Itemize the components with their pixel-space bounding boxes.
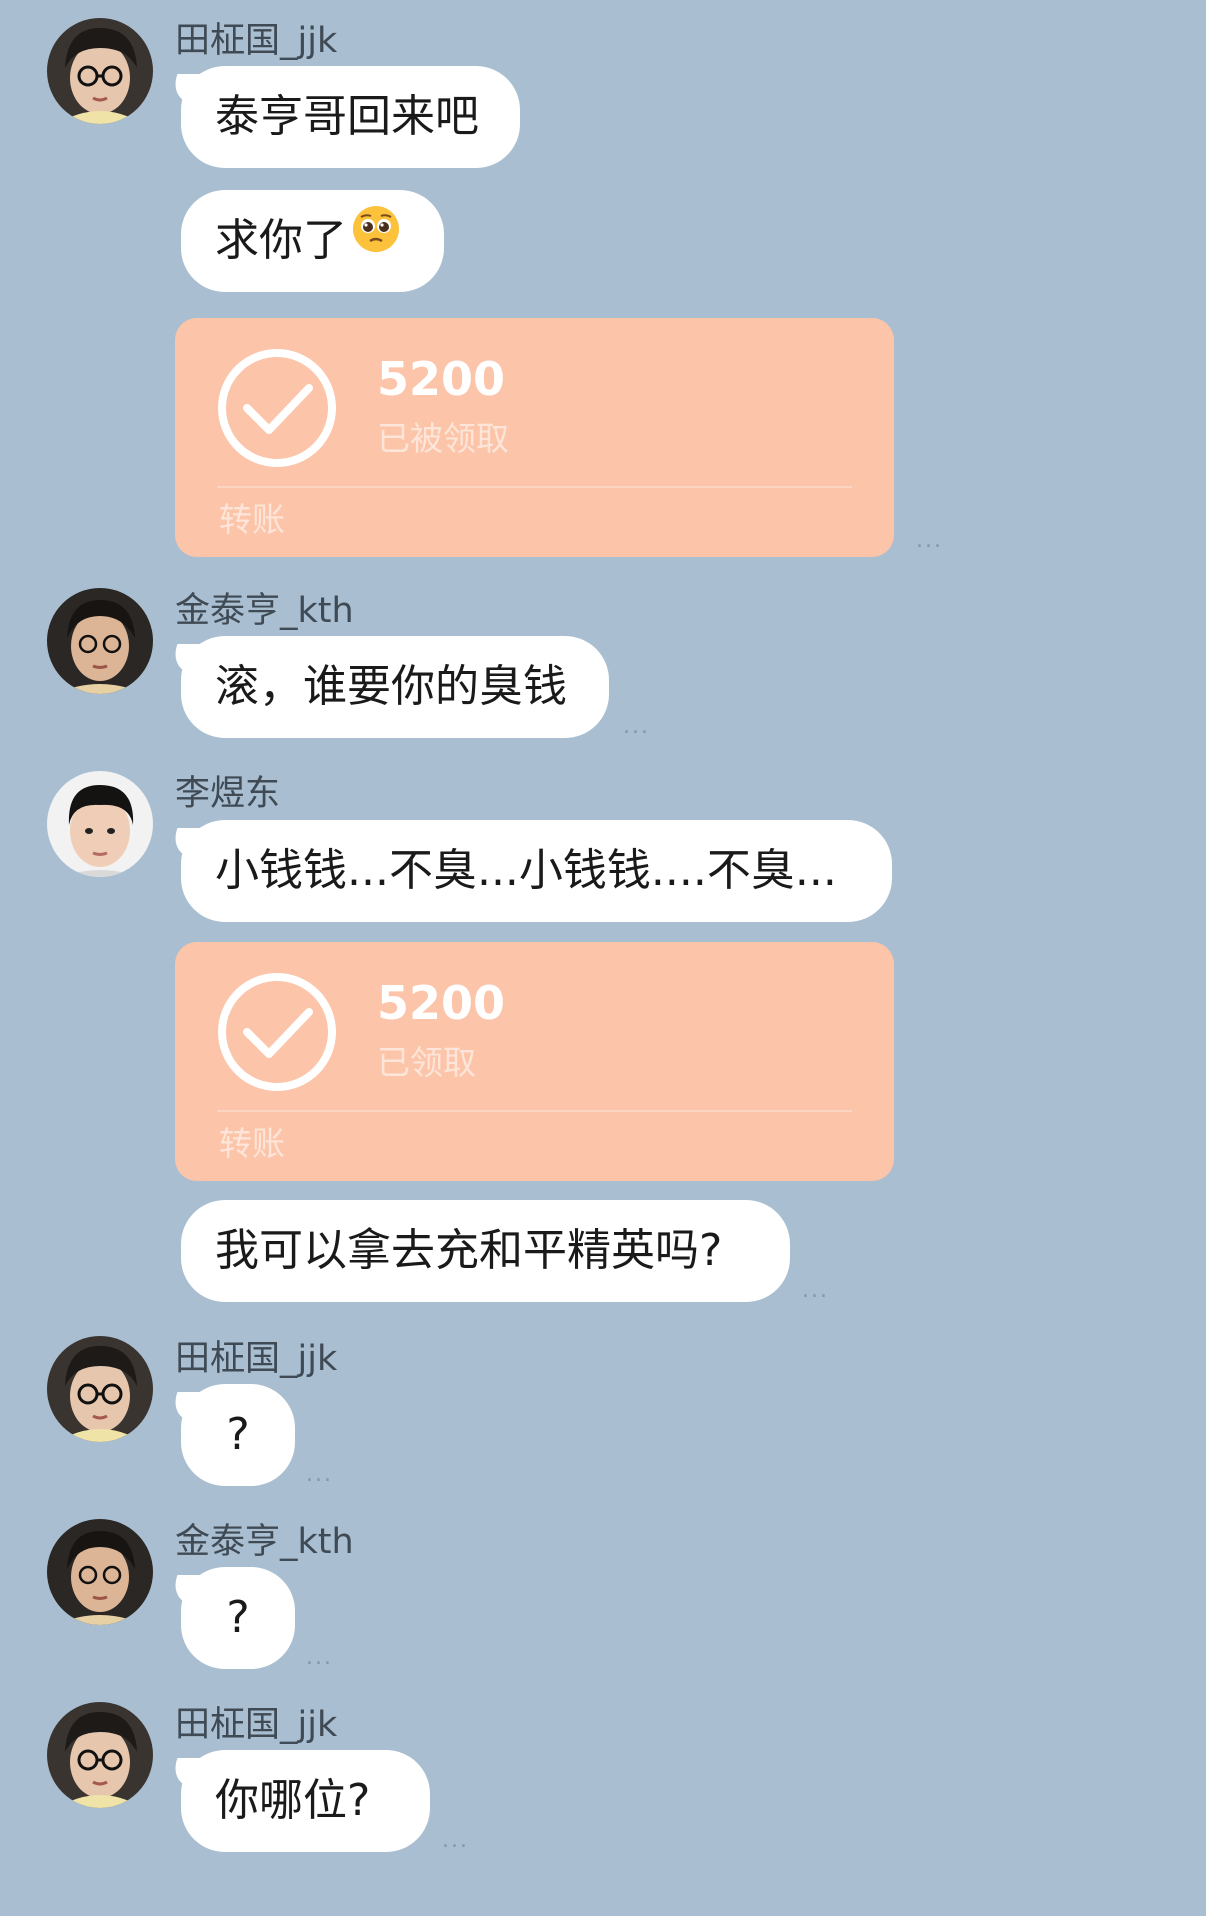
sender-name: 李煜东	[175, 774, 281, 814]
message-bubble[interactable]: 求你了	[181, 190, 444, 292]
transfer-card[interactable]: 5200 已领取 转账	[175, 942, 894, 1181]
pleading-face-emoji-icon	[351, 189, 401, 291]
message-text: 你哪位?	[215, 1775, 371, 1826]
sender-name: 金泰亨_kth	[175, 591, 354, 631]
more-dots-icon[interactable]: ...	[306, 1464, 333, 1486]
more-dots-icon[interactable]: ...	[623, 716, 650, 738]
message-bubble[interactable]: 泰亨哥回来吧	[181, 66, 520, 168]
transfer-status: 已领取	[377, 1043, 476, 1082]
divider	[217, 486, 852, 488]
avatar-kth[interactable]	[47, 1519, 153, 1625]
message-bubble[interactable]: ?	[181, 1567, 295, 1669]
message-text: 泰亨哥回来吧	[215, 91, 479, 142]
check-circle-icon	[218, 349, 336, 467]
divider	[217, 1110, 852, 1112]
sender-name: 金泰亨_kth	[175, 1522, 354, 1562]
sender-name: 田柾国_jjk	[175, 1705, 338, 1745]
message-text: 求你了	[215, 215, 347, 266]
message-text: 滚，谁要你的臭钱	[215, 661, 567, 712]
message-bubble[interactable]: 我可以拿去充和平精英吗?	[181, 1200, 790, 1302]
transfer-label: 转账	[219, 1124, 285, 1163]
more-dots-icon[interactable]: ...	[916, 530, 943, 552]
check-circle-icon	[218, 973, 336, 1091]
transfer-amount: 5200	[377, 352, 506, 406]
avatar-jjk[interactable]	[47, 1336, 153, 1442]
message-text: 小钱钱...不臭...小钱钱....不臭...	[215, 845, 837, 896]
message-text: 我可以拿去充和平精英吗?	[215, 1225, 723, 1276]
sender-name: 田柾国_jjk	[175, 21, 338, 61]
more-dots-icon[interactable]: ...	[802, 1280, 829, 1302]
more-dots-icon[interactable]: ...	[442, 1830, 469, 1852]
sender-name: 田柾国_jjk	[175, 1339, 338, 1379]
message-text: ?	[226, 1592, 250, 1643]
message-bubble[interactable]: 你哪位?	[181, 1750, 430, 1852]
transfer-status: 已被领取	[377, 419, 509, 458]
avatar-jjk[interactable]	[47, 1702, 153, 1808]
message-bubble[interactable]: 滚，谁要你的臭钱	[181, 636, 609, 738]
message-bubble[interactable]: 小钱钱...不臭...小钱钱....不臭...	[181, 820, 892, 922]
avatar-lyd[interactable]	[47, 771, 153, 877]
message-bubble[interactable]: ?	[181, 1384, 295, 1486]
transfer-amount: 5200	[377, 976, 506, 1030]
transfer-label: 转账	[219, 500, 285, 539]
more-dots-icon[interactable]: ...	[306, 1647, 333, 1669]
message-text: ?	[226, 1409, 250, 1460]
avatar-jjk[interactable]	[47, 18, 153, 124]
avatar-kth[interactable]	[47, 588, 153, 694]
transfer-card[interactable]: 5200 已被领取 转账	[175, 318, 894, 557]
